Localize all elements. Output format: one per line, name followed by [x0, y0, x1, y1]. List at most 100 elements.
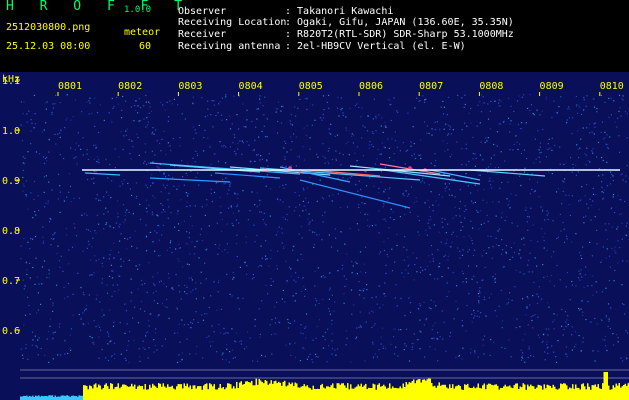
power-bar: [105, 383, 107, 400]
noise-speck: [490, 339, 492, 341]
power-bar: [228, 383, 230, 400]
noise-speck: [131, 194, 133, 196]
noise-speck: [526, 221, 528, 223]
noise-speck: [45, 175, 47, 177]
noise-speck: [328, 162, 330, 165]
power-bar: [603, 372, 605, 400]
noise-speck: [35, 257, 37, 259]
noise-speck: [405, 190, 407, 192]
noise-speck: [329, 272, 331, 274]
noise-speck: [331, 294, 333, 296]
noise-speck: [345, 116, 347, 118]
noise-speck: [260, 200, 262, 202]
noise-speck: [99, 301, 101, 303]
noise-speck: [263, 212, 265, 214]
noise-speck: [148, 347, 150, 349]
noise-speck: [158, 167, 160, 169]
noise-speck: [461, 358, 463, 360]
noise-speck: [200, 228, 202, 230]
noise-speck: [582, 311, 584, 313]
noise-speck: [527, 107, 529, 109]
power-bar: [404, 387, 406, 400]
noise-speck: [429, 346, 431, 348]
noise-speck: [487, 166, 490, 168]
power-bar: [198, 386, 200, 400]
noise-speck: [575, 233, 577, 235]
noise-speck: [26, 269, 28, 271]
power-bar: [581, 384, 583, 400]
noise-speck: [263, 177, 265, 179]
noise-speck: [419, 99, 421, 102]
noise-speck: [525, 314, 527, 316]
noise-speck: [513, 242, 515, 244]
noise-speck: [91, 337, 93, 339]
noise-speck: [368, 312, 370, 314]
noise-speck: [396, 244, 398, 247]
noise-speck: [203, 136, 205, 139]
noise-speck: [294, 191, 296, 194]
noise-speck: [393, 353, 396, 355]
noise-speck: [101, 278, 104, 280]
noise-speck: [261, 257, 263, 259]
power-bar: [351, 388, 353, 400]
noise-speck: [52, 302, 54, 304]
noise-speck: [474, 184, 476, 186]
noise-speck: [466, 125, 468, 127]
noise-speck: [314, 231, 316, 233]
noise-speck: [128, 340, 130, 342]
noise-speck: [157, 272, 159, 274]
noise-speck: [589, 198, 591, 200]
noise-speck: [360, 326, 362, 328]
noise-speck: [533, 355, 535, 358]
power-bar: [108, 388, 110, 400]
noise-speck: [167, 142, 169, 144]
noise-speck: [403, 195, 405, 197]
noise-speck: [253, 149, 255, 151]
noise-speck: [626, 113, 628, 115]
noise-speck: [614, 250, 616, 252]
noise-speck: [417, 308, 420, 310]
noise-speck: [210, 192, 212, 195]
noise-speck: [606, 161, 608, 163]
noise-speck: [229, 185, 231, 187]
noise-speck: [441, 276, 443, 278]
noise-speck: [156, 166, 158, 168]
noise-speck: [605, 257, 607, 259]
noise-speck: [372, 341, 374, 343]
noise-speck: [36, 276, 38, 278]
noise-speck: [20, 245, 22, 247]
noise-speck: [238, 222, 240, 224]
noise-speck: [521, 355, 523, 357]
noise-speck: [468, 293, 470, 295]
noise-speck: [357, 190, 359, 192]
noise-speck: [434, 165, 436, 167]
noise-speck: [355, 184, 357, 186]
noise-speck: [170, 149, 172, 151]
noise-speck: [120, 258, 122, 260]
noise-speck: [548, 138, 550, 140]
noise-speck: [183, 220, 186, 222]
noise-speck: [616, 228, 618, 230]
power-bar: [113, 389, 115, 400]
power-bar: [210, 384, 212, 400]
noise-speck: [410, 141, 412, 143]
noise-speck: [73, 157, 75, 159]
noise-speck: [538, 286, 540, 288]
noise-speck: [541, 210, 544, 212]
noise-speck: [195, 132, 197, 134]
noise-speck: [119, 240, 121, 242]
noise-speck: [355, 261, 357, 263]
noise-speck: [194, 129, 196, 131]
noise-speck: [509, 207, 511, 209]
noise-speck: [423, 182, 425, 184]
power-bar: [533, 386, 535, 400]
power-bar: [285, 386, 287, 400]
noise-speck: [107, 177, 109, 179]
noise-speck: [256, 118, 258, 120]
noise-speck: [112, 107, 114, 109]
noise-speck: [578, 105, 580, 107]
noise-speck: [364, 360, 366, 362]
power-bar: [155, 386, 157, 400]
power-bar: [63, 395, 65, 400]
noise-speck: [251, 278, 254, 280]
